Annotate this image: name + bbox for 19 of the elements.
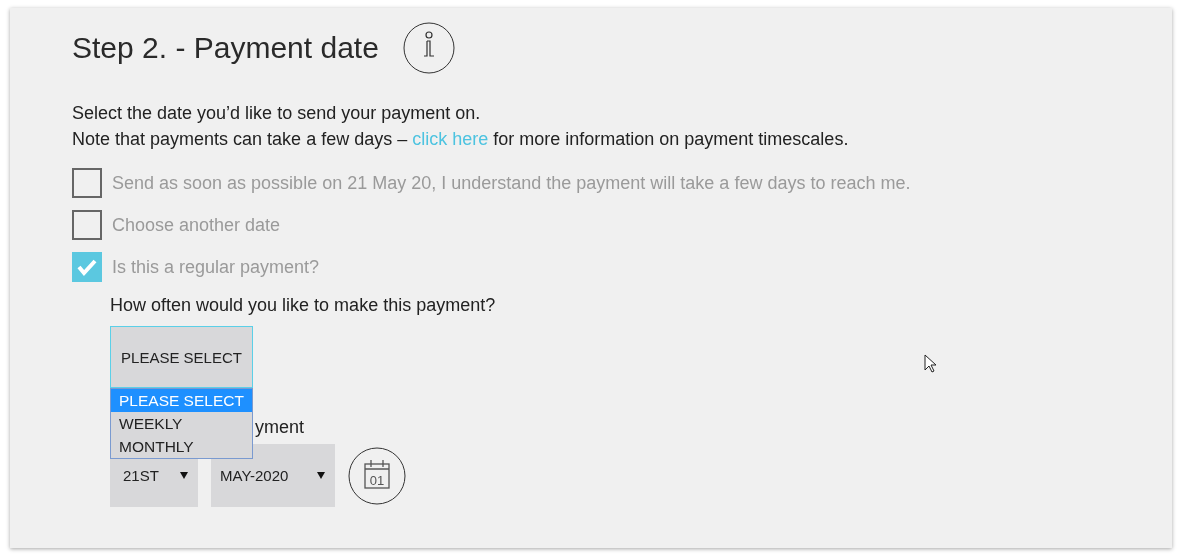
checkbox[interactable] <box>72 168 102 198</box>
checkbox-label: Is this a regular payment? <box>112 256 320 278</box>
checkbox-label: Send as soon as possible on 21 May 20, I understand the payment will take a few days to reach me. <box>112 172 911 194</box>
section-title: Step 2. - Payment date <box>72 31 379 65</box>
caret-icon <box>317 472 325 479</box>
calendar-icon[interactable]: 01 <box>348 446 406 505</box>
dropdown-option[interactable]: WEEKLY <box>111 412 252 435</box>
pointer-icon <box>924 354 938 374</box>
frequency-select[interactable]: PLEASE SELECT <box>110 326 253 388</box>
checkbox[interactable] <box>72 210 102 240</box>
info-icon[interactable] <box>402 22 455 74</box>
month-select[interactable]: MAY-2020 <box>211 444 335 507</box>
frequency-question: How often would you like to make this payment? <box>110 294 497 317</box>
checkbox[interactable] <box>72 252 102 282</box>
instruction-text: Select the date you’d like to send your payment on. <box>72 102 482 125</box>
first-payment-label: yment <box>255 416 305 439</box>
checkbox-label: Choose another date <box>112 214 281 236</box>
note-text: Note that payments can take a few days – click here for more information on payment timescales. <box>72 128 850 151</box>
caret-icon <box>180 472 188 479</box>
